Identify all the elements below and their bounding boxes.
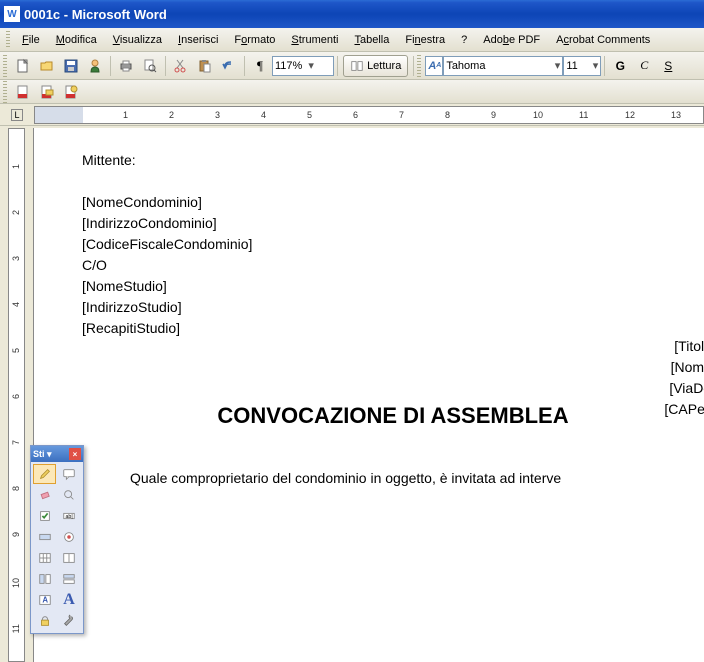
toolbar-grip-2[interactable]: [417, 55, 421, 77]
menu-bar: File Modifica Visualizza Inserisci Forma…: [0, 28, 704, 52]
tool-wrench[interactable]: [58, 611, 81, 631]
menu-acrobat-comments[interactable]: Acrobat Comments: [548, 32, 658, 48]
title-bar: W 0001c - Microsoft Word: [0, 0, 704, 28]
new-doc-button[interactable]: [12, 55, 34, 77]
show-formatting-button[interactable]: ¶: [249, 55, 271, 77]
window-title: 0001c - Microsoft Word: [24, 7, 167, 22]
toolbar-grip-3[interactable]: [3, 81, 7, 103]
tool-grid1[interactable]: [33, 548, 56, 568]
text-line5: [NomeStudio]: [82, 276, 704, 297]
menu-strumenti[interactable]: Strumenti: [283, 32, 346, 48]
permissions-button[interactable]: [84, 55, 106, 77]
font-size-combo[interactable]: 11▾: [563, 56, 601, 76]
pdf-toolbar: [0, 80, 704, 104]
font-label[interactable]: AA: [425, 56, 443, 76]
print-button[interactable]: [115, 55, 137, 77]
toolbox-close-button[interactable]: ×: [69, 448, 81, 460]
tool-radio[interactable]: [58, 527, 81, 547]
document-area: 1 2 3 4 5 6 7 8 9 10 11 Mittente: [NomeC…: [0, 128, 704, 662]
bold-button[interactable]: G: [609, 55, 631, 77]
text-line3: [CodiceFiscaleCondominio]: [82, 234, 704, 255]
text-r1: [TitoloD: [664, 336, 704, 357]
menubar-grip[interactable]: [6, 31, 10, 49]
tool-textfield[interactable]: ab|: [58, 506, 81, 526]
tool-lock[interactable]: [33, 611, 56, 631]
tool-big-a[interactable]: A: [58, 590, 81, 610]
cut-button[interactable]: [170, 55, 192, 77]
text-line4: C/O: [82, 255, 704, 276]
document-page[interactable]: Mittente: [NomeCondominio] [IndirizzoCon…: [34, 128, 704, 662]
standard-toolbar: ¶ 117%▾ Lettura AA Tahoma▾ 11▾ G C S: [0, 52, 704, 80]
tool-checkbox[interactable]: [33, 506, 56, 526]
menu-tabella[interactable]: Tabella: [346, 32, 397, 48]
print-preview-button[interactable]: [139, 55, 161, 77]
underline-button[interactable]: S: [657, 55, 679, 77]
ruler-corner: L: [0, 106, 34, 124]
tool-layout1[interactable]: [33, 569, 56, 589]
right-address-block: [TitoloD [NomeD [ViaDest [CAPeCit: [664, 336, 704, 420]
tool-style-a[interactable]: A: [33, 590, 56, 610]
pdf-review-button[interactable]: [60, 81, 82, 103]
menu-finestra[interactable]: Finestra: [397, 32, 453, 48]
tool-pencil[interactable]: [33, 464, 56, 484]
toolbox-titlebar[interactable]: Sti ▾ ×: [31, 446, 83, 462]
text-line6: [IndirizzoStudio]: [82, 297, 704, 318]
menu-adobe-pdf[interactable]: Adobe PDF: [475, 32, 548, 48]
text-line7: [RecapitiStudio]: [82, 318, 704, 339]
font-name-combo[interactable]: Tahoma▾: [443, 56, 563, 76]
svg-text:ab|: ab|: [66, 514, 73, 520]
pdf-create-button[interactable]: [12, 81, 34, 103]
vertical-ruler[interactable]: 1 2 3 4 5 6 7 8 9 10 11: [0, 128, 34, 662]
open-button[interactable]: [36, 55, 58, 77]
tool-highlight[interactable]: [33, 527, 56, 547]
menu-modifica[interactable]: Modifica: [48, 32, 105, 48]
menu-inserisci[interactable]: Inserisci: [170, 32, 226, 48]
read-mode-button[interactable]: Lettura: [343, 55, 408, 77]
text-r4: [CAPeCit: [664, 399, 704, 420]
menu-file[interactable]: File: [14, 32, 48, 48]
pdf-email-button[interactable]: [36, 81, 58, 103]
italic-button[interactable]: C: [633, 55, 655, 77]
zoom-combo[interactable]: 117%▾: [272, 56, 334, 76]
paste-button[interactable]: [194, 55, 216, 77]
tool-magnifier[interactable]: [58, 485, 81, 505]
text-line1: [NomeCondominio]: [82, 192, 704, 213]
tool-eraser[interactable]: [33, 485, 56, 505]
text-mittente: Mittente:: [82, 150, 704, 171]
tool-grid2[interactable]: [58, 548, 81, 568]
toolbar-grip[interactable]: [3, 55, 7, 77]
svg-text:A: A: [42, 596, 48, 605]
menu-visualizza[interactable]: Visualizza: [105, 32, 170, 48]
horizontal-ruler-row: L 1 2 3 4 5 6 7 8 9 10 11 12 13 14: [0, 104, 704, 126]
menu-formato[interactable]: Formato: [226, 32, 283, 48]
tool-comment[interactable]: [58, 464, 81, 484]
undo-button[interactable]: [218, 55, 240, 77]
tool-layout2[interactable]: [58, 569, 81, 589]
menu-help[interactable]: ?: [453, 32, 475, 48]
text-r2: [NomeD: [664, 357, 704, 378]
text-r3: [ViaDest: [664, 378, 704, 399]
body-paragraph: Quale comproprietario del condominio in …: [82, 468, 704, 489]
save-button[interactable]: [60, 55, 82, 77]
word-app-icon: W: [4, 6, 20, 22]
heading: CONVOCAZIONE DI ASSEMBLEA: [82, 399, 704, 432]
horizontal-ruler[interactable]: 1 2 3 4 5 6 7 8 9 10 11 12 13 14: [34, 106, 704, 124]
text-line2: [IndirizzoCondominio]: [82, 213, 704, 234]
styles-toolbox[interactable]: Sti ▾ × ab| A A: [30, 445, 84, 634]
